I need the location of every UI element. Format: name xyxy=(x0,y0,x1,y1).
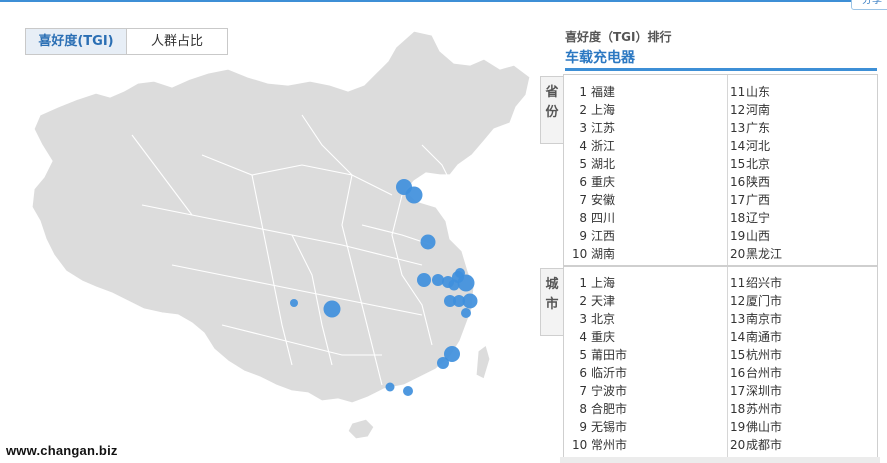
map-shape xyxy=(31,30,531,440)
list-item: 14南通市 xyxy=(730,330,783,344)
map-hainan xyxy=(347,418,375,440)
list-item: 17广西 xyxy=(730,193,771,207)
list-item: 13南京市 xyxy=(730,312,783,326)
city-col-right: 11绍兴市 12厦门市 13南京市 14南通市 15杭州市 16台州市 17深圳… xyxy=(727,267,879,457)
province-label-text: 省份 xyxy=(545,85,559,120)
list-item: 18苏州市 xyxy=(730,402,783,416)
list-item: 11山东 xyxy=(730,85,771,99)
top-accent-rule xyxy=(0,0,887,2)
city-ranking: 1 上海 2 天津 3 北京 4 重庆 5 莆田市 6 临沂市 7 宁波市 8 合肥市 9 无锡市… xyxy=(563,266,878,457)
bubble-tianjin[interactable] xyxy=(405,186,423,204)
bubble-shenzhen[interactable] xyxy=(403,386,413,396)
list-item: 5 湖北 xyxy=(579,157,616,171)
list-item: 19山西 xyxy=(730,229,771,243)
china-map xyxy=(31,30,531,440)
list-item: 12河南 xyxy=(730,103,771,117)
city-col-left: 1 上海 2 天津 3 北京 4 重庆 5 莆田市 6 临沂市 7 宁波市 8 合肥市 9 无锡市… xyxy=(572,267,732,457)
bubble-ningbo[interactable] xyxy=(462,293,478,309)
province-col-left: 1 福建 2 上海 3 江苏 4 浙江 5 湖北 6 重庆 7 安徽 8 四川 9 江西 10 湖南 xyxy=(572,75,732,265)
list-item: 2 天津 xyxy=(579,294,616,308)
list-item: 3 江苏 xyxy=(579,121,616,135)
ranking-title-rule xyxy=(565,68,877,71)
list-item: 6 临沂市 xyxy=(579,366,628,380)
list-item: 1 福建 xyxy=(579,85,616,99)
list-item: 8 四川 xyxy=(579,211,616,225)
bubble-xiamen[interactable] xyxy=(437,357,449,369)
list-item: 10 湖南 xyxy=(572,247,616,261)
list-item: 7 宁波市 xyxy=(579,384,628,398)
list-item: 9 江西 xyxy=(579,229,616,243)
list-item: 18辽宁 xyxy=(730,211,771,225)
list-item: 11绍兴市 xyxy=(730,276,783,290)
map-taiwan xyxy=(475,343,491,380)
list-item: 20成都市 xyxy=(730,438,783,452)
list-item: 16台州市 xyxy=(730,366,783,380)
list-item: 15杭州市 xyxy=(730,348,783,362)
list-item: 4 浙江 xyxy=(579,139,616,153)
bubble-shanghai[interactable] xyxy=(457,274,475,292)
bubble-taizhou[interactable] xyxy=(461,308,471,318)
list-item: 14河北 xyxy=(730,139,771,153)
list-item: 8 合肥市 xyxy=(579,402,628,416)
watermark: www.changan.biz xyxy=(6,443,118,458)
list-item: 17深圳市 xyxy=(730,384,783,398)
list-item: 12厦门市 xyxy=(730,294,783,308)
share-button[interactable]: 分享 xyxy=(851,0,887,10)
province-col-right: 11山东 12河南 13广东 14河北 15北京 16陕西 17广西 18辽宁 … xyxy=(727,75,879,265)
bubble-linyi[interactable] xyxy=(420,234,436,250)
bubble-chengdu[interactable] xyxy=(290,299,298,307)
list-item: 1 上海 xyxy=(579,276,616,290)
city-label: 城市 xyxy=(540,268,563,336)
list-item: 5 莆田市 xyxy=(579,348,628,362)
bottom-fade xyxy=(560,457,880,463)
list-item: 7 安徽 xyxy=(579,193,616,207)
province-ranking: 1 福建 2 上海 3 江苏 4 浙江 5 湖北 6 重庆 7 安徽 8 四川 9 江西 10 湖南… xyxy=(563,74,878,266)
list-item: 15北京 xyxy=(730,157,771,171)
list-item: 13广东 xyxy=(730,121,771,135)
city-label-text: 城市 xyxy=(545,277,559,312)
list-item: 10 常州市 xyxy=(572,438,628,452)
ranking-title: 车载充电器 xyxy=(565,50,635,66)
list-item: 20黑龙江 xyxy=(730,247,783,261)
list-item: 3 北京 xyxy=(579,312,616,326)
ranking-subtitle: 喜好度（TGI）排行 xyxy=(565,30,672,44)
list-item: 2 上海 xyxy=(579,103,616,117)
list-item: 16陕西 xyxy=(730,175,771,189)
list-item: 9 无锡市 xyxy=(579,420,628,434)
bubble-foshan[interactable] xyxy=(385,382,395,392)
list-item: 4 重庆 xyxy=(579,330,616,344)
list-item: 6 重庆 xyxy=(579,175,616,189)
list-item: 19佛山市 xyxy=(730,420,783,434)
bubble-chongqing[interactable] xyxy=(323,300,341,318)
bubble-nanjing[interactable] xyxy=(432,274,444,286)
province-label: 省份 xyxy=(540,76,563,144)
bubble-hefei[interactable] xyxy=(417,273,431,287)
